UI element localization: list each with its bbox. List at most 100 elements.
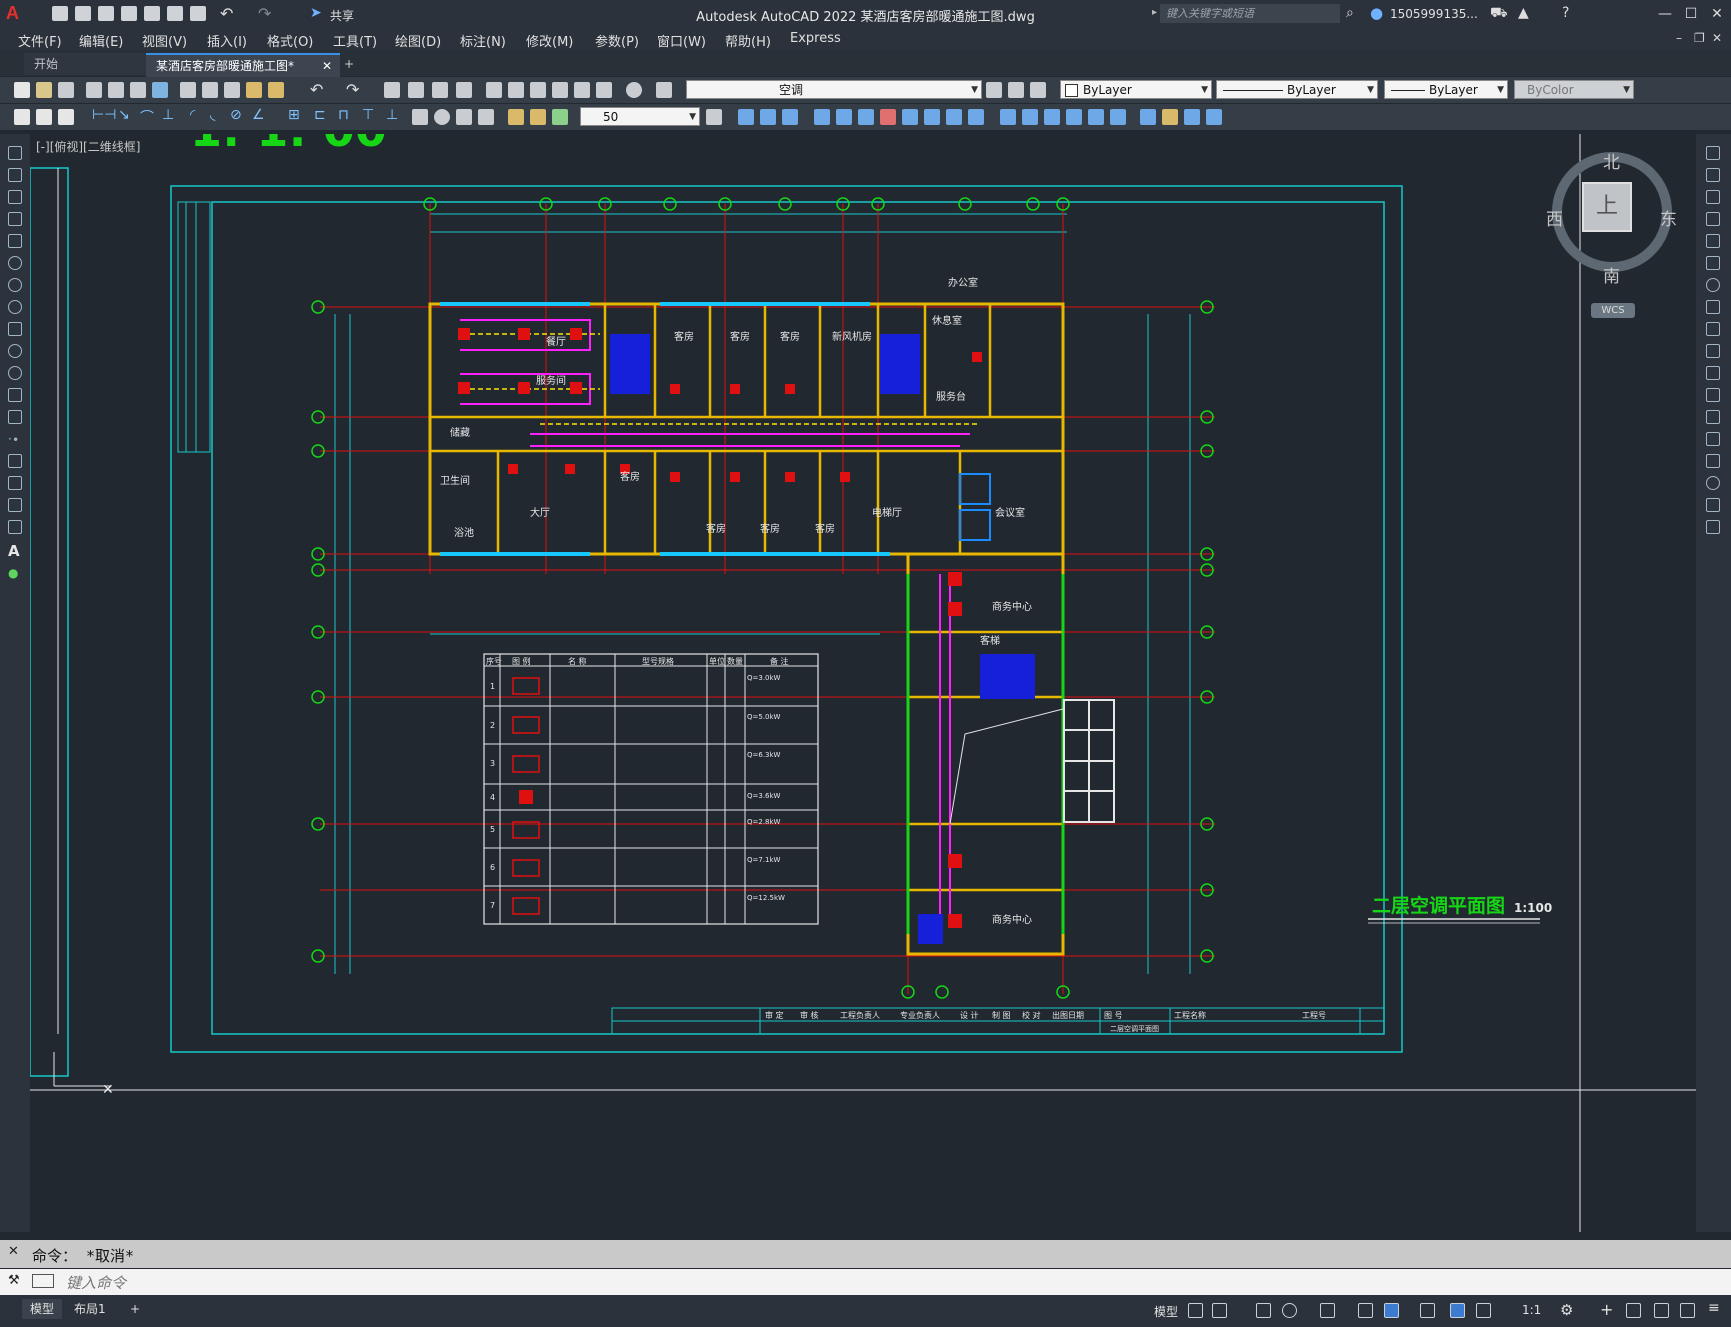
viewcube-face[interactable]: 上 <box>1582 182 1632 232</box>
autodesk-app-icon[interactable]: ▲ <box>1518 5 1529 21</box>
grid-icon[interactable] <box>1188 1303 1203 1318</box>
ellipse-icon[interactable] <box>8 344 22 358</box>
annotation-scale[interactable]: 1:1 <box>1522 1303 1541 1317</box>
gradient-icon[interactable] <box>8 476 22 490</box>
point-icon[interactable]: ·∙ <box>8 432 22 446</box>
inspection-icon[interactable] <box>456 109 472 125</box>
menu-window[interactable]: 窗口(W) <box>657 31 706 50</box>
undo-icon[interactable]: ↶ <box>310 80 323 99</box>
close-button[interactable]: ✕ <box>1706 5 1728 23</box>
menu-modify[interactable]: 修改(M) <box>526 31 573 50</box>
share-icon[interactable]: ➤ <box>310 5 322 21</box>
open-web-icon[interactable] <box>144 6 160 21</box>
viewcube-south[interactable]: 南 <box>1603 262 1620 287</box>
autocad-logo[interactable]: A <box>6 3 19 24</box>
doc-minimize-button[interactable]: – <box>1676 31 1682 45</box>
jogged-linear-icon[interactable] <box>478 109 494 125</box>
cut-icon[interactable] <box>180 82 196 98</box>
save-web-icon[interactable] <box>167 6 183 21</box>
menu-edit[interactable]: 编辑(E) <box>79 31 123 50</box>
break-icon[interactable] <box>1706 410 1720 424</box>
trim-icon[interactable] <box>1706 344 1720 358</box>
clean-screen-icon[interactable] <box>1680 1303 1695 1318</box>
tab-start[interactable]: 开始 <box>24 53 154 75</box>
array-icon[interactable] <box>814 109 830 125</box>
image-attach-icon[interactable] <box>1206 109 1222 125</box>
circle-icon[interactable] <box>8 278 22 292</box>
diameter-dim-icon[interactable]: ⊘ <box>230 107 242 123</box>
rotate-icon[interactable] <box>1706 278 1720 292</box>
move-icon[interactable] <box>1706 256 1720 270</box>
erase-icon[interactable] <box>1706 146 1720 160</box>
polar-icon[interactable] <box>1282 1303 1297 1318</box>
extend-icon[interactable] <box>1706 366 1720 380</box>
align-icon[interactable] <box>1110 109 1126 125</box>
redo-icon[interactable]: ↷ <box>346 80 359 99</box>
help-icon[interactable] <box>626 82 642 98</box>
center-mark-icon[interactable] <box>434 109 450 125</box>
construction-line-icon[interactable] <box>8 168 22 182</box>
break-at-point-icon[interactable] <box>1706 388 1720 402</box>
move-icon[interactable] <box>836 109 852 125</box>
search-icon[interactable]: ⌕ <box>1346 5 1354 21</box>
tab-drawing[interactable]: 某酒店客房部暖通施工图* ✕ <box>146 53 340 77</box>
gear-icon[interactable]: ⚙ <box>1560 1301 1573 1319</box>
color-dropdown[interactable]: ByLayer ▼ <box>1060 80 1212 99</box>
search-input[interactable]: 键入关键字或短语 <box>1160 4 1340 23</box>
doc-close-button[interactable]: ✕ <box>1712 31 1722 45</box>
region-icon[interactable] <box>8 498 22 512</box>
dim-override-icon[interactable] <box>706 109 722 125</box>
save-icon[interactable] <box>58 82 74 98</box>
table-style-icon[interactable] <box>58 109 74 125</box>
maximize-button[interactable]: ☐ <box>1680 5 1702 23</box>
plotstyle-dropdown[interactable]: ByColor ▼ <box>1514 80 1634 99</box>
spline-icon[interactable] <box>8 322 22 336</box>
paste-icon[interactable] <box>224 82 240 98</box>
3d-print-icon[interactable] <box>152 82 168 98</box>
pan-icon[interactable] <box>384 82 400 98</box>
zoom-realtime-icon[interactable] <box>408 82 424 98</box>
viewport-controls[interactable]: [-][俯视][二维线框] <box>36 138 140 155</box>
add-selected-icon[interactable]: ● <box>8 566 22 580</box>
annotation-visibility-icon[interactable] <box>1450 1303 1465 1318</box>
sheet-set-icon[interactable] <box>552 82 568 98</box>
tool-palettes-icon[interactable] <box>530 82 546 98</box>
offset-icon[interactable] <box>1706 212 1720 226</box>
plot-icon[interactable] <box>190 6 206 21</box>
extend-icon[interactable] <box>946 109 962 125</box>
ordinate-dim-icon[interactable]: ⊥ <box>162 107 174 123</box>
undo-icon[interactable]: ↶ <box>220 4 233 23</box>
arc-icon[interactable] <box>8 256 22 270</box>
insert-block-icon[interactable] <box>8 388 22 402</box>
new-tab-button[interactable]: + <box>334 53 364 75</box>
layer-previous-icon[interactable] <box>1008 82 1024 98</box>
command-input[interactable]: 键入命令 <box>66 1272 126 1293</box>
aligned-dim-icon[interactable]: ↘ <box>118 107 130 123</box>
lineweight-dropdown[interactable]: ByLayer ▼ <box>1384 80 1508 99</box>
angular-dim-icon[interactable]: ∠ <box>252 107 265 123</box>
mirror-icon[interactable] <box>760 109 776 125</box>
user-icon[interactable]: ● <box>1370 4 1383 22</box>
rectangle-icon[interactable] <box>8 234 22 248</box>
join-icon[interactable] <box>1000 109 1016 125</box>
open-icon[interactable] <box>36 82 52 98</box>
rotate-icon[interactable] <box>858 109 874 125</box>
menu-insert[interactable]: 插入(I) <box>207 31 247 50</box>
copy-object-icon[interactable] <box>738 109 754 125</box>
polyline-icon[interactable] <box>8 190 22 204</box>
minimize-button[interactable]: — <box>1654 5 1676 23</box>
mirror-icon[interactable] <box>1706 190 1720 204</box>
scale-icon[interactable] <box>1706 300 1720 314</box>
viewcube-west[interactable]: 西 <box>1546 205 1563 230</box>
customization-menu-icon[interactable]: ≡ <box>1708 1300 1720 1316</box>
match-properties-icon[interactable] <box>246 82 262 98</box>
layer-dropdown[interactable]: 空调 ▼ <box>686 80 982 99</box>
fillet-icon[interactable] <box>1044 109 1060 125</box>
layer-states-icon[interactable] <box>1030 82 1046 98</box>
dim-edit-icon[interactable] <box>508 109 524 125</box>
multiline-text-icon[interactable]: A <box>8 542 22 560</box>
markup-icon[interactable] <box>574 82 590 98</box>
layer-properties-icon[interactable] <box>656 82 672 98</box>
continue-dim-icon[interactable]: ⊓ <box>338 107 349 123</box>
publish-icon[interactable] <box>130 82 146 98</box>
